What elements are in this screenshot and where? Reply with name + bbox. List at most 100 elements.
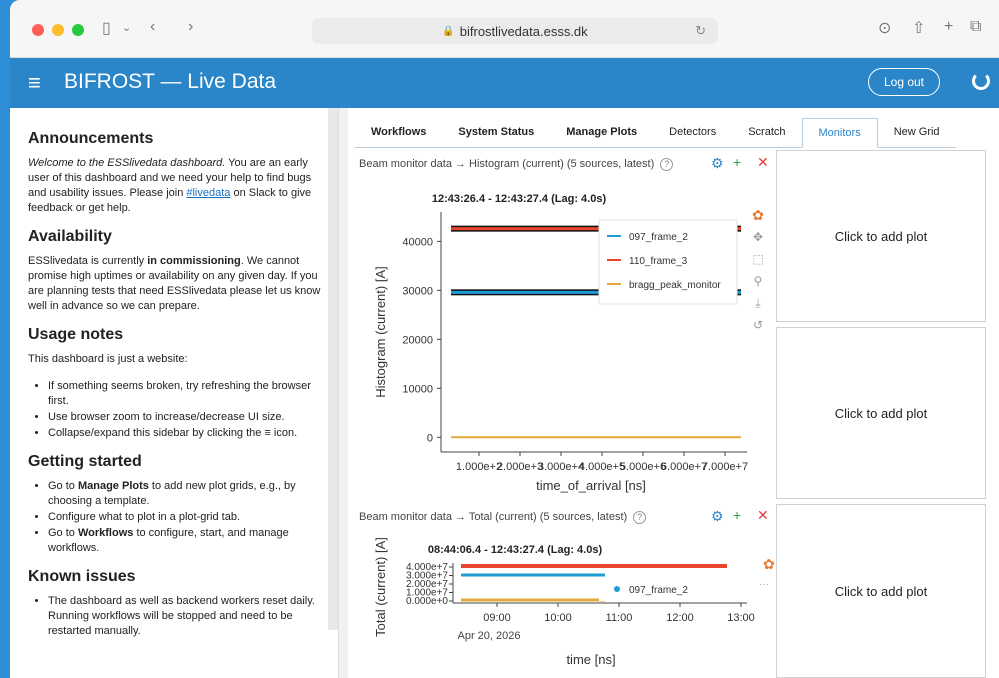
add-plot-cell-2[interactable]: Click to add plot bbox=[776, 327, 986, 499]
close-window-button[interactable] bbox=[32, 24, 44, 36]
y-axis-label: Total (current) [A] bbox=[373, 537, 388, 637]
minimize-window-button[interactable] bbox=[52, 24, 64, 36]
tab-system-status[interactable]: System Status bbox=[442, 118, 550, 148]
x-tick-label: 3.000e+4 bbox=[538, 461, 584, 473]
histogram-chart[interactable]: 12:43:26.4 - 12:43:27.4 (Lag: 4.0s) 4000… bbox=[355, 172, 775, 512]
tab-monitors[interactable]: Monitors bbox=[801, 118, 878, 148]
reset-tool-icon[interactable]: ↺ bbox=[747, 314, 769, 336]
plot-header: Beam monitor data → Histogram (current) … bbox=[359, 158, 674, 171]
tab-new-grid[interactable]: New Grid bbox=[878, 118, 956, 148]
app-title: BIFROST — Live Data bbox=[64, 70, 277, 93]
known-issues-list: The dashboard as well as backend workers… bbox=[48, 594, 322, 639]
y-ticks: 40000 30000 20000 10000 0 bbox=[402, 236, 441, 444]
zoom-window-button[interactable] bbox=[72, 24, 84, 36]
help-icon[interactable]: ? bbox=[633, 511, 647, 524]
menu-icon[interactable]: ≡ bbox=[28, 70, 41, 96]
x-date-label: Apr 20, 2026 bbox=[458, 630, 521, 642]
reload-icon[interactable]: ↻ bbox=[695, 23, 706, 39]
bokeh-logo-icon[interactable]: ✿ bbox=[747, 204, 769, 226]
legend-label-097[interactable]: 097_frame_2 bbox=[629, 585, 688, 596]
list-item: Go to Workflows to configure, start, and… bbox=[48, 526, 322, 556]
box-zoom-icon[interactable]: ⬚ bbox=[747, 248, 769, 270]
tab-scratch[interactable]: Scratch bbox=[732, 118, 801, 148]
loading-spinner-icon bbox=[972, 72, 990, 90]
close-icon[interactable]: ✕ bbox=[757, 154, 769, 171]
total-plot-panel: Beam monitor data → Total (current) (5 s… bbox=[355, 505, 775, 678]
x-tick-label: 12:00 bbox=[666, 612, 694, 624]
sidebar-divider[interactable] bbox=[338, 108, 348, 678]
close-icon[interactable]: ✕ bbox=[757, 507, 769, 524]
help-icon[interactable]: ? bbox=[660, 158, 674, 171]
plot-header: Beam monitor data → Total (current) (5 s… bbox=[359, 511, 647, 524]
chart-title: 08:44:06.4 - 12:43:27.4 (Lag: 4.0s) bbox=[428, 544, 603, 556]
usage-intro: This dashboard is just a website: bbox=[28, 353, 188, 365]
hover-tool-icon[interactable]: ⚲ bbox=[747, 270, 769, 292]
plot-toolbar: ✿ ✥ ⬚ ⚲ ⤓ ↺ bbox=[747, 204, 769, 336]
announcements-heading: Announcements bbox=[28, 130, 154, 147]
gear-icon[interactable]: ⚙ bbox=[711, 508, 724, 525]
legend: 097_frame_2 bbox=[599, 577, 729, 601]
tab-detectors[interactable]: Detectors bbox=[653, 118, 732, 148]
more-tools-icon[interactable]: ··· bbox=[759, 579, 769, 590]
list-item: Use browser zoom to increase/decrease UI… bbox=[48, 410, 322, 425]
usage-notes-heading: Usage notes bbox=[28, 326, 124, 343]
legend: 097_frame_2 110_frame_3 bragg_peak_monit… bbox=[598, 219, 738, 305]
add-icon[interactable]: + bbox=[733, 154, 741, 170]
share-icon[interactable]: ⇧ bbox=[912, 18, 925, 38]
y-tick-label: 30000 bbox=[402, 285, 433, 297]
x-tick-label: 13:00 bbox=[727, 612, 755, 624]
list-item: If something seems broken, try refreshin… bbox=[48, 379, 322, 409]
sidebar-toggle-icon[interactable]: ▯ bbox=[102, 18, 111, 38]
tab-overview-icon[interactable]: ⧉ bbox=[970, 18, 981, 36]
y-tick-label: 20000 bbox=[402, 334, 433, 346]
back-icon[interactable]: ‹ bbox=[150, 18, 155, 36]
legend-label-bragg[interactable]: bragg_peak_monitor bbox=[629, 280, 721, 291]
x-tick-label: 7.000e+7 bbox=[702, 461, 748, 473]
list-item: Go to Manage Plots to add new plot grids… bbox=[48, 479, 322, 509]
bokeh-logo-icon[interactable]: ✿ bbox=[763, 556, 775, 572]
sidebar-scrollbar[interactable] bbox=[328, 108, 338, 630]
save-tool-icon[interactable]: ⤓ bbox=[747, 292, 769, 314]
add-plot-cell-3[interactable]: Click to add plot bbox=[776, 504, 986, 678]
sidebar: Announcements Welcome to the ESSlivedata… bbox=[10, 108, 338, 678]
getting-started-heading: Getting started bbox=[28, 453, 142, 470]
tab-manage-plots[interactable]: Manage Plots bbox=[550, 118, 653, 148]
y-tick-label: 40000 bbox=[402, 236, 433, 248]
y-tick-label: 0 bbox=[427, 432, 433, 444]
x-axis-label: time [ns] bbox=[566, 652, 615, 667]
availability-text: ESSlivedata is currently in commissionin… bbox=[28, 255, 321, 312]
new-tab-icon[interactable]: + bbox=[944, 18, 953, 36]
url-text: bifrostlivedata.esss.dk bbox=[459, 23, 588, 39]
browser-toolbar: ▯ ⌄ ‹ › 🔒 bifrostlivedata.esss.dk ↻ ⊙ ⇧ … bbox=[10, 0, 999, 58]
usage-list: If something seems broken, try refreshin… bbox=[48, 379, 322, 441]
pan-tool-icon[interactable]: ✥ bbox=[747, 226, 769, 248]
chevron-down-icon[interactable]: ⌄ bbox=[122, 21, 131, 34]
livedata-link[interactable]: #livedata bbox=[186, 187, 230, 199]
forward-icon[interactable]: › bbox=[188, 18, 193, 36]
x-tick-label: 6.000e+7 bbox=[661, 461, 707, 473]
y-ticks: 4.000e+73.000e+72.000e+71.000e+70.000e+0 bbox=[406, 562, 453, 607]
browser-window: ▯ ⌄ ‹ › 🔒 bifrostlivedata.esss.dk ↻ ⊙ ⇧ … bbox=[10, 0, 999, 678]
y-tick-label: 10000 bbox=[402, 383, 433, 395]
logout-button[interactable]: Log out bbox=[868, 68, 940, 96]
x-tick-label: 5.000e+6 bbox=[620, 461, 666, 473]
announcements-text: Welcome to the ESSlivedata dashboard. Yo… bbox=[28, 157, 312, 214]
add-plot-cell-1[interactable]: Click to add plot bbox=[776, 150, 986, 322]
gear-icon[interactable]: ⚙ bbox=[711, 155, 724, 172]
chart-title: 12:43:26.4 - 12:43:27.4 (Lag: 4.0s) bbox=[432, 193, 607, 205]
legend-label-097[interactable]: 097_frame_2 bbox=[629, 232, 688, 243]
address-bar[interactable]: 🔒 bifrostlivedata.esss.dk ↻ bbox=[312, 18, 718, 44]
x-axis-label: time_of_arrival [ns] bbox=[536, 478, 646, 493]
tab-workflows[interactable]: Workflows bbox=[355, 118, 442, 148]
list-item: Collapse/expand this sidebar by clicking… bbox=[48, 426, 322, 441]
add-icon[interactable]: + bbox=[733, 507, 741, 523]
legend-label-110[interactable]: 110_frame_3 bbox=[629, 256, 688, 267]
download-icon[interactable]: ⊙ bbox=[878, 18, 891, 38]
total-chart[interactable]: 08:44:06.4 - 12:43:27.4 (Lag: 4.0s) 4.00… bbox=[355, 527, 775, 677]
known-issues-heading: Known issues bbox=[28, 568, 136, 585]
x-tick-label: 11:00 bbox=[606, 612, 633, 624]
legend-swatch-097 bbox=[614, 586, 620, 592]
app-header: ≡ BIFROST — Live Data Log out bbox=[10, 58, 999, 108]
x-tick-label: 10:00 bbox=[544, 612, 572, 624]
list-item: The dashboard as well as backend workers… bbox=[48, 594, 322, 639]
